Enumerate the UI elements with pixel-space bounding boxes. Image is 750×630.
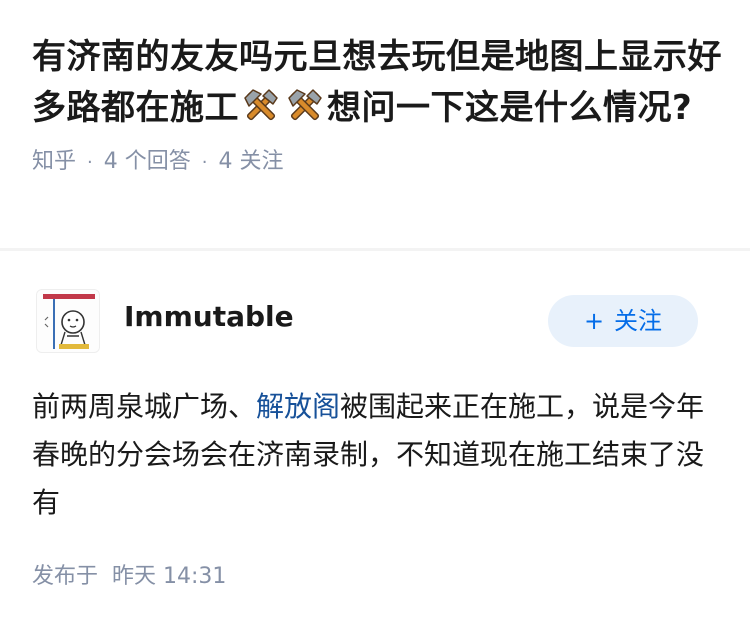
meta-separator: · [201, 152, 208, 173]
follow-button[interactable]: + 关注 [548, 295, 698, 347]
section-divider [0, 248, 750, 251]
publish-time: 发布于 昨天 14:31 [32, 562, 226, 592]
source-label[interactable]: 知乎 [32, 149, 76, 174]
hammer-and-pick-icon [285, 86, 325, 126]
answer-text: 前两周泉城广场、 [32, 390, 257, 423]
author-name[interactable]: Immutable [124, 299, 294, 335]
meta-separator: · [87, 152, 93, 173]
answer-link[interactable]: 解放阁 [256, 390, 340, 423]
plus-icon: + [583, 307, 605, 335]
question-title-text-tail: 想问一下这是什么情况? [327, 88, 693, 128]
answers-count[interactable]: 4 个回答 [104, 149, 191, 174]
question-header: 有济南的友友吗元旦想去玩但是地图上显示好多路都在施工 想问一下这是什么情况? 知… [32, 32, 728, 178]
hammer-and-pick-icon [241, 86, 281, 126]
publish-label: 发布于 [32, 564, 99, 589]
follow-button-label: 关注 [614, 307, 663, 335]
answer-content[interactable]: 前两周泉城广场、解放阁被围起来正在施工，说是今年春晚的分会场会在济南录制，不知道… [32, 383, 722, 527]
followers-count: 4 关注 [218, 149, 284, 174]
question-page: 有济南的友友吗元旦想去玩但是地图上显示好多路都在施工 想问一下这是什么情况? 知… [0, 0, 750, 630]
avatar[interactable] [36, 289, 100, 353]
publish-time-value: 昨天 14:31 [112, 564, 227, 589]
question-meta: 知乎 · 4 个回答 · 4 关注 [32, 147, 728, 178]
answer-author-bar: Immutable + 关注 [32, 289, 718, 355]
question-title[interactable]: 有济南的友友吗元旦想去玩但是地图上显示好多路都在施工 想问一下这是什么情况? [32, 32, 728, 134]
